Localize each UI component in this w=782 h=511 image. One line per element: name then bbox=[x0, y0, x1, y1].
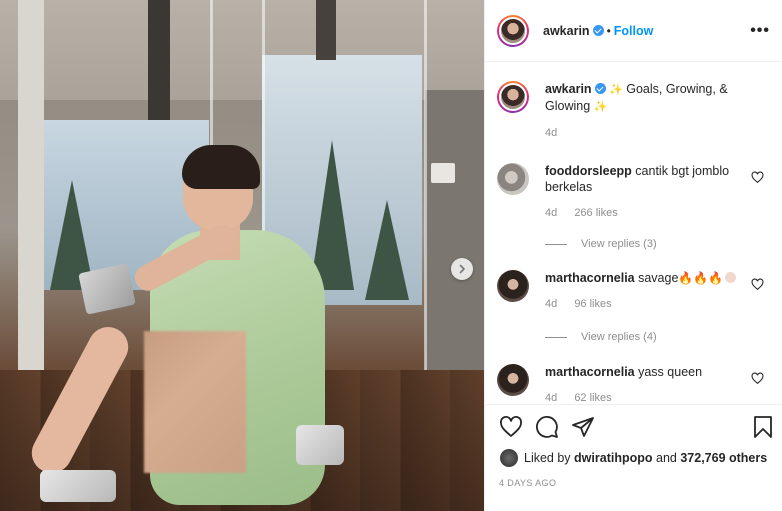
liked-by-count[interactable]: 372,769 others bbox=[680, 451, 767, 465]
fire-emoji-icon: 🔥🔥🔥 bbox=[678, 271, 724, 285]
emoji-icon bbox=[725, 272, 737, 283]
verified-badge-icon bbox=[594, 83, 606, 94]
comment-age: 4d bbox=[545, 392, 558, 403]
post-date[interactable]: 4 DAYS AGO bbox=[499, 478, 556, 488]
comment-body: marthacornelia yass queen 4d 62 likes bbox=[545, 364, 745, 403]
caption-text-line2: Glowing bbox=[545, 99, 591, 113]
comment-body: marthacornelia savage🔥🔥🔥 4d 96 likes bbox=[545, 270, 745, 312]
caption-age: 4d bbox=[545, 127, 558, 139]
post-header: awkarin • Follow ••• bbox=[485, 0, 782, 62]
view-replies-button[interactable]: View replies (3) bbox=[545, 238, 657, 250]
chevron-right-icon bbox=[459, 264, 465, 274]
photo-pillar bbox=[316, 0, 336, 60]
comment-age: 4d bbox=[545, 298, 558, 310]
post-actions: Liked by dwiratihpopo and 372,769 others… bbox=[485, 404, 782, 511]
comment-text: yass queen bbox=[638, 365, 703, 379]
caption-text: Goals, Growing, & bbox=[626, 82, 728, 96]
caption-meta: 4d bbox=[545, 125, 755, 141]
verified-badge-icon bbox=[592, 25, 604, 36]
caption-username[interactable]: awkarin bbox=[545, 82, 592, 96]
comment-likes[interactable]: 96 likes bbox=[574, 298, 611, 310]
separator-dot: • bbox=[606, 23, 611, 38]
photo-shoe bbox=[40, 470, 116, 502]
comment-text: cantik bgt jomblo bbox=[635, 164, 730, 178]
commenter-avatar[interactable] bbox=[497, 364, 529, 396]
comment-body: fooddorsleepp cantik bgt jomblo berkelas… bbox=[545, 163, 745, 221]
photo-wall bbox=[425, 90, 484, 370]
comment-username[interactable]: marthacornelia bbox=[545, 365, 635, 379]
action-bar bbox=[499, 415, 774, 441]
caption-body: awkarin ✨ Goals, Growing, & Glowing ✨ 4d bbox=[545, 81, 755, 141]
heart-icon[interactable] bbox=[499, 415, 523, 439]
liked-by-and: and bbox=[656, 451, 677, 465]
view-replies-label: View replies (3) bbox=[581, 238, 657, 250]
more-options-icon[interactable]: ••• bbox=[750, 22, 770, 40]
comment-icon[interactable] bbox=[535, 415, 559, 439]
comment-meta: 4d 62 likes bbox=[545, 390, 745, 403]
photo-pillar bbox=[18, 0, 44, 378]
photo-wall-lamp bbox=[431, 163, 455, 183]
photo-shoe bbox=[296, 425, 344, 465]
photo-glass-edge bbox=[424, 0, 427, 380]
liked-by-user[interactable]: dwiratihpopo bbox=[574, 451, 652, 465]
post-details-panel: awkarin • Follow ••• awkarin ✨ Goals, Gr… bbox=[484, 0, 782, 511]
liker-avatar[interactable] bbox=[500, 449, 518, 467]
view-replies-button[interactable]: View replies (4) bbox=[545, 331, 657, 343]
comment-text: savage bbox=[638, 271, 679, 285]
comment-like-heart-icon[interactable] bbox=[751, 372, 764, 385]
comment-text-line2: berkelas bbox=[545, 180, 593, 194]
sparkles-emoji-icon: ✨ bbox=[593, 101, 608, 113]
bookmark-icon[interactable] bbox=[751, 415, 775, 439]
caption-avatar[interactable] bbox=[497, 81, 529, 113]
next-photo-button[interactable] bbox=[451, 258, 473, 280]
follow-button[interactable]: Follow bbox=[614, 24, 654, 38]
comment-meta: 4d 266 likes bbox=[545, 205, 745, 221]
comment-likes[interactable]: 62 likes bbox=[574, 392, 611, 403]
photo-tree bbox=[365, 200, 409, 300]
author-avatar[interactable] bbox=[497, 14, 529, 47]
commenter-avatar[interactable] bbox=[497, 163, 529, 195]
censor-blur bbox=[144, 331, 246, 473]
liked-by-summary: Liked by dwiratihpopo and 372,769 others bbox=[500, 449, 767, 467]
share-icon[interactable] bbox=[571, 415, 595, 439]
photo-pillar bbox=[148, 0, 170, 120]
comment-likes[interactable]: 266 likes bbox=[574, 207, 617, 219]
post-photo[interactable] bbox=[0, 0, 484, 511]
comment-username[interactable]: fooddorsleepp bbox=[545, 164, 632, 178]
comments-list[interactable]: awkarin ✨ Goals, Growing, & Glowing ✨ 4d… bbox=[485, 63, 782, 403]
comment-age: 4d bbox=[545, 207, 558, 219]
photo-person-hair bbox=[182, 145, 260, 189]
liked-by-prefix: Liked by bbox=[524, 451, 571, 465]
replies-line bbox=[545, 243, 567, 245]
comment-like-heart-icon[interactable] bbox=[751, 171, 764, 184]
comment-like-heart-icon[interactable] bbox=[751, 278, 764, 291]
replies-line bbox=[545, 336, 567, 338]
author-username[interactable]: awkarin bbox=[543, 24, 590, 38]
view-replies-label: View replies (4) bbox=[581, 331, 657, 343]
commenter-avatar[interactable] bbox=[497, 270, 529, 302]
author-info: awkarin • Follow bbox=[543, 24, 653, 38]
comment-username[interactable]: marthacornelia bbox=[545, 271, 635, 285]
comment-meta: 4d 96 likes bbox=[545, 296, 745, 312]
photo-clutch-bag bbox=[78, 263, 136, 315]
sparkles-emoji-icon: ✨ bbox=[609, 84, 623, 96]
